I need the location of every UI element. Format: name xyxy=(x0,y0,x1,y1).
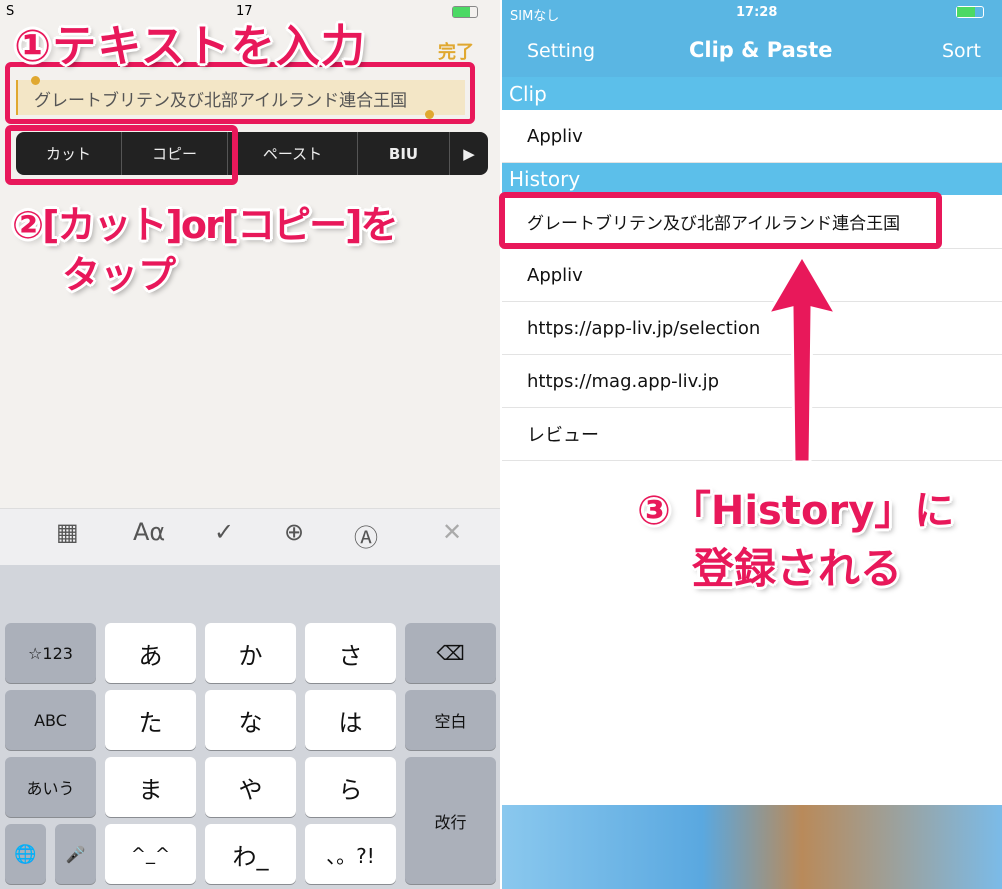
clip-paste-app-screen: SIMなし 17:28 Setting Clip & Paste Sort Cl… xyxy=(499,0,1002,889)
arrow-up-icon xyxy=(764,253,840,464)
add-icon[interactable]: ⊕ xyxy=(284,518,304,546)
key-enter[interactable]: 改行 xyxy=(405,757,496,884)
battery-icon xyxy=(452,6,478,18)
key-kana[interactable]: あいう xyxy=(5,757,96,817)
key-ka[interactable]: か xyxy=(205,623,296,683)
notes-app-screen: S 17 完了 グレートブリテン及び北部アイルランド連合王国 カット コピー ペ… xyxy=(0,0,500,889)
key-numbers[interactable]: ☆123 xyxy=(5,623,96,683)
key-ra[interactable]: ら xyxy=(305,757,396,817)
annotation-step3-registered: 登録される xyxy=(692,544,903,593)
delete-icon[interactable]: ⌫ xyxy=(405,623,496,683)
key-abc[interactable]: ABC xyxy=(5,690,96,750)
markup-pen-icon[interactable]: Ⓐ xyxy=(354,518,378,553)
key-punctuation[interactable]: 、。?! xyxy=(305,824,396,884)
setting-button[interactable]: Setting xyxy=(527,40,595,62)
font-button[interactable]: Aα xyxy=(133,518,165,546)
history-item[interactable]: https://app-liv.jp/selection xyxy=(502,302,1002,355)
highlight-history-item xyxy=(499,192,942,249)
close-icon[interactable]: ✕ xyxy=(442,518,462,546)
clip-item[interactable]: Appliv xyxy=(502,110,1002,163)
paste-button[interactable]: ペースト xyxy=(228,132,358,175)
ad-banner[interactable] xyxy=(502,805,1002,889)
key-wa[interactable]: わ_ xyxy=(205,824,296,884)
section-header-history: History xyxy=(502,163,1002,195)
highlight-cut-copy xyxy=(5,125,238,185)
section-header-clip: Clip xyxy=(502,77,1002,110)
checklist-icon[interactable]: ✓ xyxy=(214,518,234,546)
keyboard: ☆123 あ か さ ⌫ ABC た な は 空白 あいう ま や ら 改行 🌐… xyxy=(0,565,500,889)
battery-icon xyxy=(956,6,984,18)
done-button[interactable]: 完了 xyxy=(438,38,474,64)
key-ha[interactable]: は xyxy=(305,690,396,750)
history-item[interactable]: レビュー xyxy=(502,408,1002,461)
key-ya[interactable]: や xyxy=(205,757,296,817)
key-ma[interactable]: ま xyxy=(105,757,196,817)
navigation-bar: SIMなし 17:28 Setting Clip & Paste Sort xyxy=(502,0,1002,77)
page-title: Clip & Paste xyxy=(689,38,833,62)
key-space[interactable]: 空白 xyxy=(405,690,496,750)
history-item[interactable]: Appliv xyxy=(502,249,1002,302)
key-a[interactable]: あ xyxy=(105,623,196,683)
carrier: SIMなし xyxy=(510,9,560,24)
history-item[interactable]: https://mag.app-liv.jp xyxy=(502,355,1002,408)
more-arrow-button[interactable]: ▶ xyxy=(450,132,488,175)
annotation-step2-tap: タップ xyxy=(62,253,177,297)
key-na[interactable]: な xyxy=(205,690,296,750)
time: 17:28 xyxy=(736,5,778,20)
key-emoticon[interactable]: ^_^ xyxy=(105,824,196,884)
key-ta[interactable]: た xyxy=(105,690,196,750)
annotation-step2: ②[カット]or[コピー]を xyxy=(12,203,398,247)
table-icon[interactable]: ▦ xyxy=(56,518,79,546)
microphone-icon[interactable]: 🎤 xyxy=(55,824,96,884)
format-button[interactable]: BIU xyxy=(358,132,450,175)
globe-icon[interactable]: 🌐 xyxy=(5,824,46,884)
annotation-step1: ①テキストを入力 xyxy=(14,21,366,72)
sort-button[interactable]: Sort xyxy=(942,40,981,62)
key-sa[interactable]: さ xyxy=(305,623,396,683)
annotation-step3: ③「History」に xyxy=(637,488,955,534)
